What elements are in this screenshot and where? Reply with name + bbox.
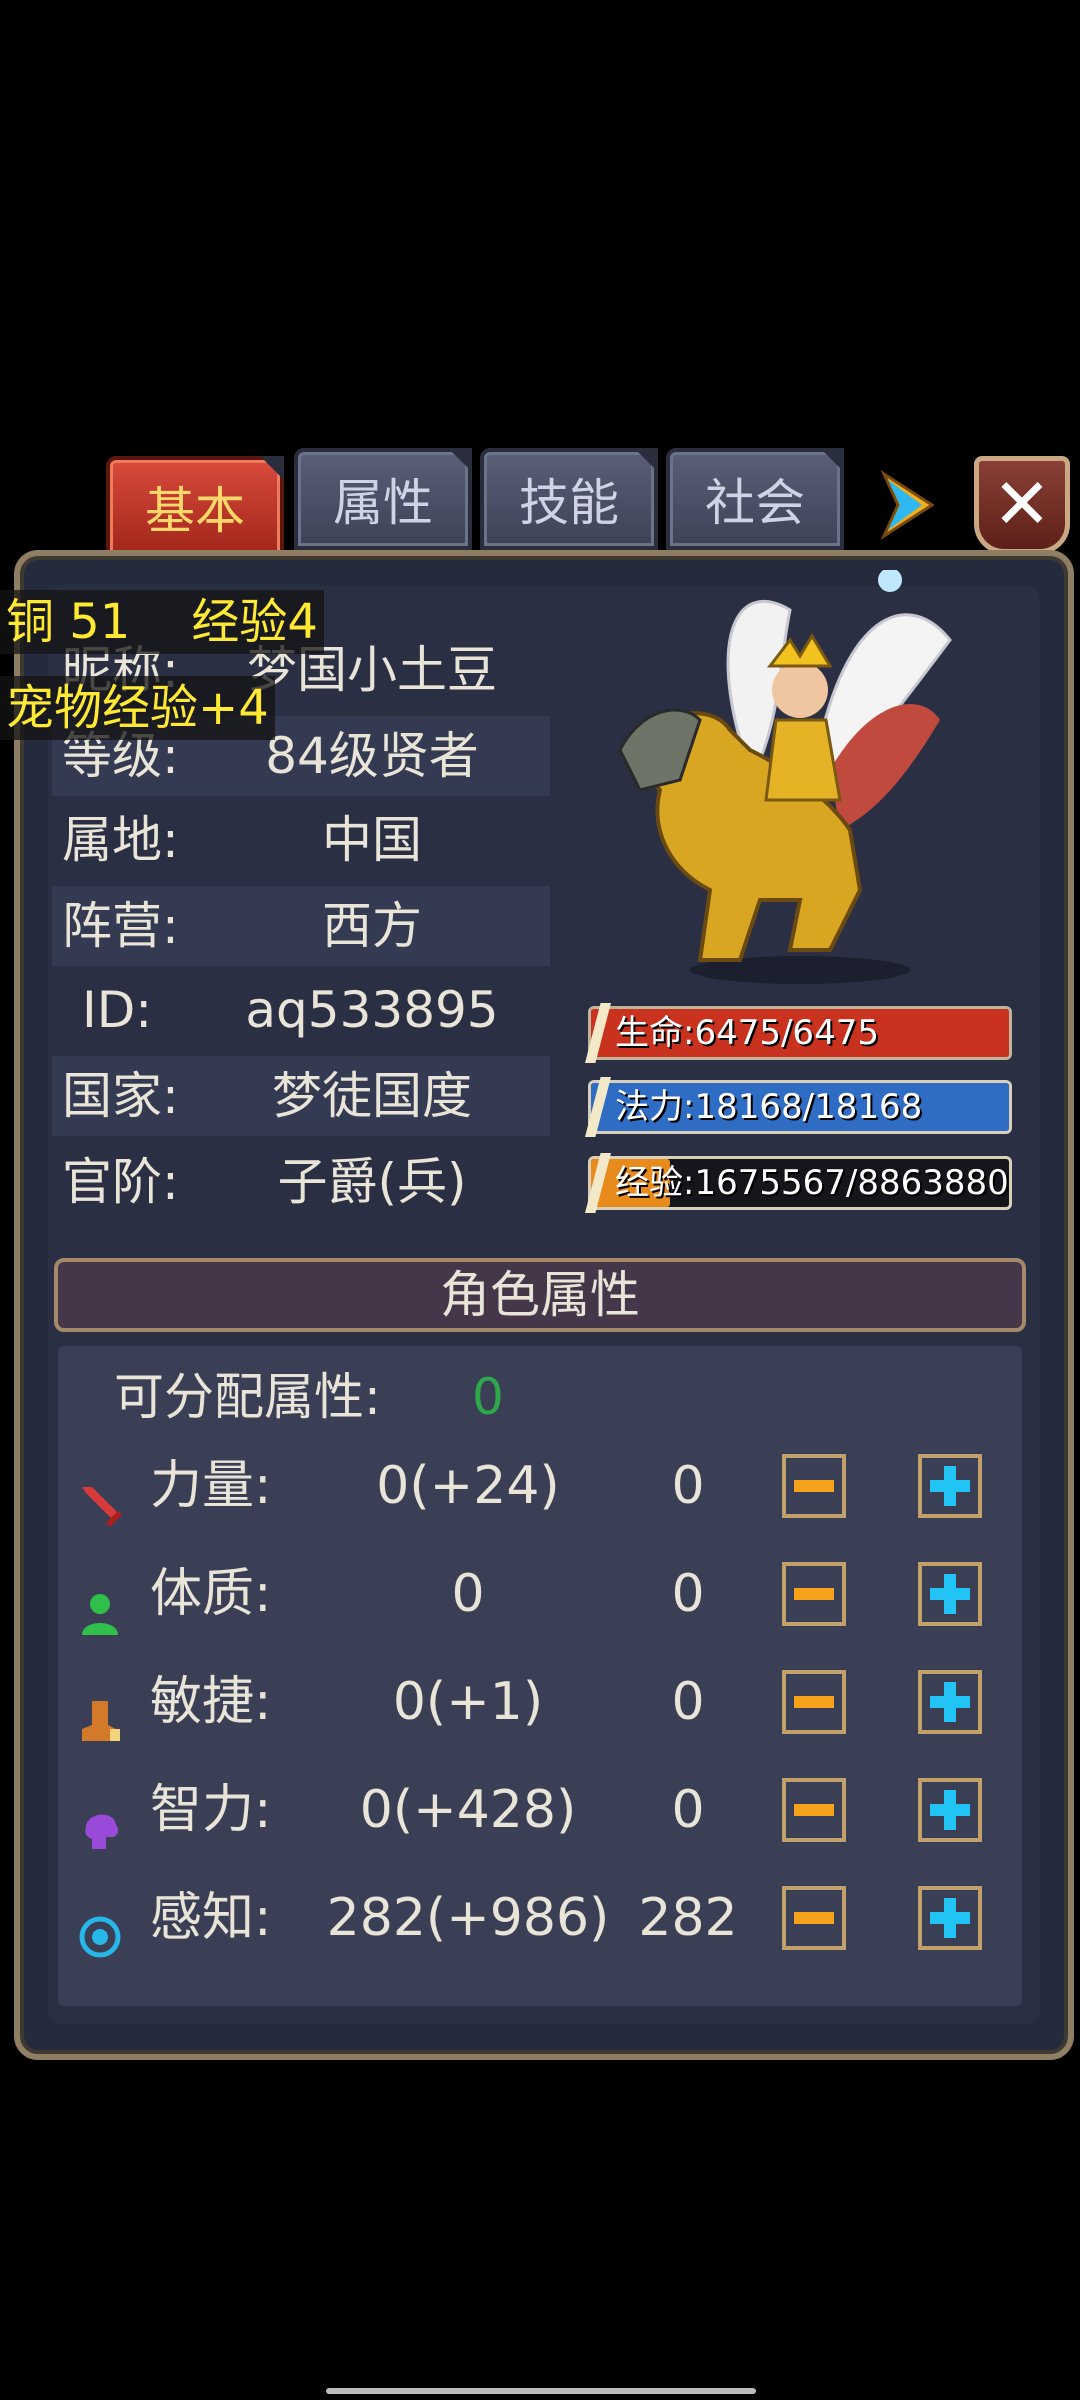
attr-value-agility: 0(+1) [392,1672,544,1732]
attr-label-intelligence: 智力: [150,1780,272,1840]
rank-value: 子爵(兵) [277,1153,467,1211]
attr-label-constitution: 体质: [150,1564,272,1624]
close-icon: ✕ [992,463,1052,545]
next-arrow-icon[interactable] [878,469,938,541]
attr-row-perception: 感知: 282(+986) 282 [58,1872,1022,1964]
attr-label-agility: 敏捷: [150,1672,272,1732]
country-row: 国家: 梦徒国度 [52,1056,550,1136]
attr-label-strength: 力量: [150,1456,272,1516]
available-points-label: 可分配属性: [114,1368,381,1426]
attr-row-agility: 敏捷: 0(+1) 0 [58,1656,1022,1748]
plus-button-perception[interactable] [918,1886,982,1950]
camp-label: 阵营: [62,897,179,955]
minus-button-constitution[interactable] [782,1562,846,1626]
mp-text: 法力:18168/18168 [615,1087,923,1127]
id-row: ID: aq533895 [52,970,550,1050]
person-icon [78,1572,122,1635]
attr-alloc-perception: 282 [638,1888,738,1948]
id-value: aq533895 [245,981,499,1039]
attr-value-constitution: 0 [451,1564,485,1624]
attr-alloc-constitution: 0 [671,1564,705,1624]
region-value: 中国 [322,811,422,869]
hp-bar: 生命:6475/6475 [585,1003,1012,1063]
plus-button-strength[interactable] [918,1454,982,1518]
attr-value-intelligence: 0(+428) [359,1780,577,1840]
rank-row: 官阶: 子爵(兵) [52,1142,550,1222]
tab-skills[interactable]: 技能 [480,448,658,550]
brain-icon [78,1788,122,1849]
available-points-value: 0 [472,1368,504,1426]
attr-label-perception: 感知: [150,1888,272,1948]
attr-row-strength: 力量: 0(+24) 0 [58,1440,1022,1532]
rank-label: 官阶: [62,1153,179,1211]
plus-button-constitution[interactable] [918,1562,982,1626]
hud-coin-exp: 铜 51 经验4 [0,590,324,654]
attr-value-perception: 282(+986) [326,1888,610,1948]
attributes-header: 角色属性 [54,1258,1026,1332]
country-value: 梦徒国度 [272,1067,472,1125]
id-label: ID: [82,981,153,1039]
close-button[interactable]: ✕ [974,456,1070,554]
hp-text: 生命:6475/6475 [615,1013,879,1053]
attr-value-strength: 0(+24) [376,1456,560,1516]
tab-social[interactable]: 社会 [666,448,844,550]
country-label: 国家: [62,1067,179,1125]
plus-button-agility[interactable] [918,1670,982,1734]
attributes-title: 角色属性 [440,1266,640,1324]
character-sprite [590,568,960,990]
camp-value: 西方 [322,897,422,955]
attr-row-constitution: 体质: 0 0 [58,1548,1022,1640]
hud-pet-exp: 宠物经验+4 [0,676,275,740]
exp-bar: 经验:1675567/8863880 [585,1153,1012,1213]
minus-button-intelligence[interactable] [782,1778,846,1842]
home-indicator[interactable] [326,2388,756,2394]
tab-attributes[interactable]: 属性 [294,448,472,550]
attr-alloc-agility: 0 [671,1672,705,1732]
sword-icon [78,1464,122,1527]
attr-alloc-strength: 0 [671,1456,705,1516]
eye-ring-icon [78,1896,122,1958]
attr-alloc-intelligence: 0 [671,1780,705,1840]
attr-row-intelligence: 智力: 0(+428) 0 [58,1764,1022,1856]
minus-button-agility[interactable] [782,1670,846,1734]
attributes-box: 可分配属性: 0 力量: 0(+24) 0 体质: 0 0 敏捷: 0(+1) … [58,1346,1022,2006]
exp-text: 经验:1675567/8863880 [615,1163,1009,1203]
camp-row: 阵营: 西方 [52,886,550,966]
region-label: 属地: [62,811,179,869]
boot-icon [78,1680,122,1741]
region-row: 属地: 中国 [52,800,550,880]
plus-button-intelligence[interactable] [918,1778,982,1842]
mp-bar: 法力:18168/18168 [585,1077,1012,1137]
minus-button-strength[interactable] [782,1454,846,1518]
minus-button-perception[interactable] [782,1886,846,1950]
